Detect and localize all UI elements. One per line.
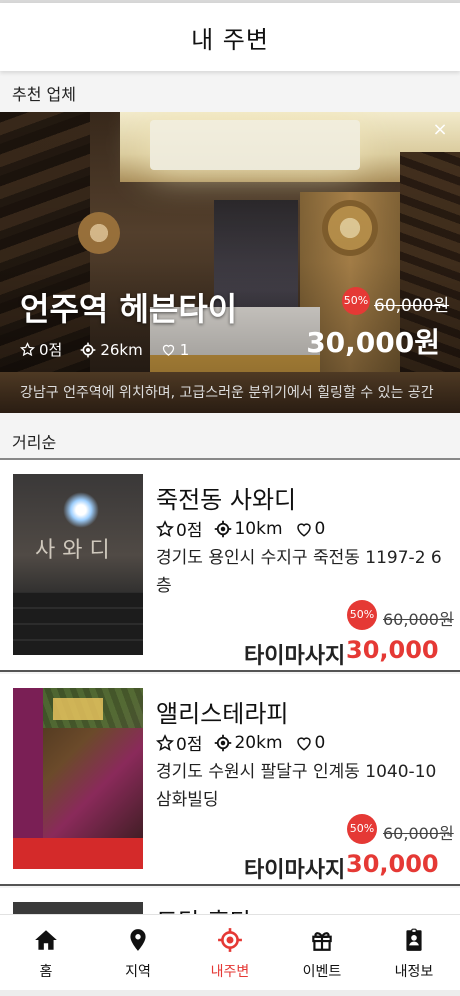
- heart-outline-icon[interactable]: [295, 734, 313, 752]
- shop-distance: 20km: [234, 732, 283, 753]
- tab-nearby[interactable]: 내주변: [184, 915, 276, 990]
- profile-badge-icon: [406, 928, 422, 951]
- recommended-section-label: 추천 업체: [12, 85, 76, 104]
- star-outline-icon: [20, 342, 35, 357]
- location-target-icon: [81, 342, 96, 357]
- gift-icon: [312, 932, 332, 951]
- sale-price: 30,000원: [346, 850, 439, 878]
- tab-my-info[interactable]: 내정보: [368, 915, 460, 990]
- featured-original-price: 60,000원: [374, 296, 450, 316]
- tab-label: 이벤트: [302, 964, 342, 980]
- banner-overlay: [0, 112, 460, 413]
- shop-rating: 0점: [176, 521, 203, 541]
- shop-address: 경기도 수원시 팔달구 인계동 1040-10 삼화빌딩: [156, 762, 437, 810]
- tab-event[interactable]: 이벤트: [276, 915, 368, 990]
- shop-thumbnail: [13, 688, 143, 869]
- shop-category: 타이마사지: [244, 858, 346, 883]
- home-icon: [35, 930, 57, 950]
- list-item[interactable]: 앨리스테라피 0점 20km 0 경기도 수원시 팔달구 인계동 1040-10…: [0, 674, 460, 886]
- star-outline-icon: [156, 733, 174, 751]
- shop-name: 죽전동 사와디: [156, 486, 297, 514]
- tab-label: 내주변: [210, 964, 250, 980]
- shop-distance: 10km: [234, 518, 283, 539]
- tab-home[interactable]: 홈: [0, 915, 92, 990]
- location-target-icon: [218, 928, 242, 952]
- shop-likes: 0: [314, 518, 326, 539]
- featured-likes: 1: [179, 340, 190, 359]
- shop-category: 타이마사지: [244, 644, 346, 669]
- tab-label: 지역: [125, 964, 151, 980]
- heart-outline-icon[interactable]: [161, 342, 176, 357]
- shop-rating: 0점: [176, 735, 203, 755]
- featured-meta: 0점 26km 1: [20, 339, 189, 360]
- location-target-icon: [215, 520, 232, 537]
- featured-distance: 26km: [100, 340, 143, 359]
- featured-banner[interactable]: [0, 112, 460, 413]
- shop-meta: 0점 10km 0: [156, 516, 325, 541]
- featured-rating: 0점: [39, 341, 63, 359]
- original-price: 60,000원: [383, 824, 454, 843]
- sort-label[interactable]: 거리순: [12, 429, 56, 453]
- discount-badge: 50%: [347, 600, 377, 630]
- list-item[interactable]: 사 와 디 죽전동 사와디 0점 10km 0 경기도 용인시 수지구 죽전동 …: [0, 460, 460, 672]
- tab-region[interactable]: 지역: [92, 915, 184, 990]
- system-nav-strip: [0, 990, 460, 996]
- sale-price: 30,000원: [346, 636, 439, 664]
- shop-likes: 0: [314, 732, 326, 753]
- map-pin-icon: [130, 929, 146, 951]
- featured-price: 30,000원: [306, 326, 440, 359]
- shop-thumbnail: 사 와 디: [13, 474, 143, 655]
- app-header: 내 주변: [0, 3, 460, 71]
- featured-name: 언주역 헤븐타이: [20, 290, 238, 328]
- featured-description: 강남구 언주역에 위치하며, 고급스러운 분위기에서 힐링할 수 있는 공간: [20, 385, 434, 401]
- tab-label: 내정보: [394, 964, 434, 980]
- shop-name: 앨리스테라피: [156, 700, 289, 728]
- tab-label: 홈: [39, 964, 53, 980]
- page-title: 내 주변: [191, 25, 269, 54]
- discount-badge: 50%: [347, 814, 377, 844]
- featured-discount-badge: 50%: [342, 287, 370, 315]
- shop-address: 경기도 용인시 수지구 죽전동 1197-2 6층: [156, 548, 442, 596]
- location-target-icon: [215, 734, 232, 751]
- star-outline-icon: [156, 519, 174, 537]
- heart-outline-icon[interactable]: [295, 520, 313, 538]
- bottom-tab-bar: 홈 지역 내주변 이벤트 내정보: [0, 914, 460, 990]
- shop-meta: 0점 20km 0: [156, 730, 325, 755]
- original-price: 60,000원: [383, 610, 454, 629]
- banner-close-button[interactable]: ×: [428, 118, 452, 142]
